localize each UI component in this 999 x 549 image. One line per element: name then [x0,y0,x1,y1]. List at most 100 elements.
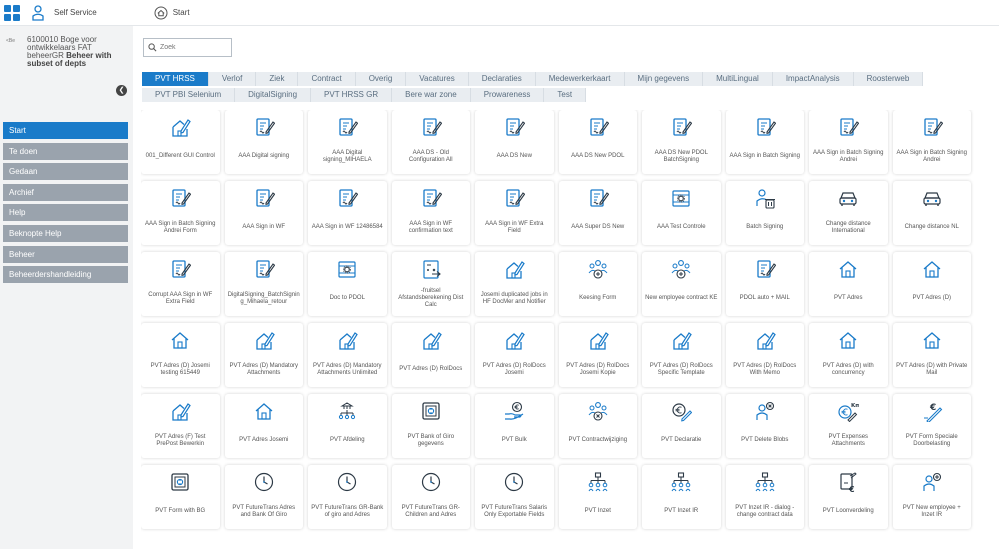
people-add-icon [586,257,610,281]
tab-test[interactable]: Test [544,88,587,102]
tile-label: PVT Afdeling [329,437,365,443]
app-tile[interactable]: PVT Adres (D) Mandatory Attachments Unli… [308,323,387,387]
app-tile[interactable]: AAA Test Controle [642,181,721,245]
app-tile[interactable]: PVT Adres [809,252,888,316]
apps-grid-icon[interactable] [4,4,20,21]
app-tile[interactable]: PVT FutureTrans GR-Children and Adres [391,465,470,529]
self-service-person-icon[interactable] [31,4,45,21]
clock-icon [502,470,526,494]
app-tile[interactable]: New employee contract KE [642,252,721,316]
app-tile[interactable]: PVT Adres (F) Test PrePost Bewerkin [141,394,220,458]
app-tile[interactable]: AAA Sign in WF [224,181,303,245]
app-tile[interactable]: PVT Delete Blobs [725,394,804,458]
app-tile[interactable]: -fruitsel Afstandsberekening Dist Calc [391,252,470,316]
app-tile[interactable]: PVT Afdeling [308,394,387,458]
tile-label: Josemi duplicated jobs in HF DocMer and … [480,291,548,305]
self-service-label[interactable]: Self Service [54,8,97,17]
app-tile[interactable]: AAA DS New [475,110,554,174]
app-tile[interactable]: AAA Sign in Batch Signing Andrei Form [141,181,220,245]
app-tile[interactable]: € PVT Form Speciale Doorbelasting [892,394,971,458]
app-tile[interactable]: PVT Adres (D) RolDocs Specific Template [642,323,721,387]
sidebar-item-start[interactable]: Start [3,122,128,139]
search-box[interactable] [143,38,232,57]
start-label[interactable]: Start [173,8,190,17]
app-tile[interactable]: Keesing Form [558,252,637,316]
app-tile[interactable]: Corrupt AAA Sign in WF Extra Field [141,252,220,316]
tab-verlof[interactable]: Verlof [208,72,257,86]
search-input[interactable] [160,44,230,51]
tab-bere-war-zone[interactable]: Bere war zone [392,88,471,102]
app-tile[interactable]: Doc to PDOL [308,252,387,316]
app-tile[interactable]: PVT Declaratie [642,394,721,458]
app-tile[interactable]: PVT Adres (D) RolDocs Josemi Kopie [558,323,637,387]
app-tile[interactable]: PVT Adres (D) RolDocs [391,323,470,387]
app-tile[interactable]: PVT Adres (D) RolDocs Josemi [475,323,554,387]
sidebar-item-beknopte-help[interactable]: Beknopte Help [3,224,128,242]
app-tile[interactable]: PVT Bulk [475,394,554,458]
app-tile[interactable]: AAA Sign in Batch Signing [725,110,804,174]
tab-mijn-gegevens[interactable]: Mijn gegevens [624,72,704,86]
app-tile[interactable]: Change distance International [809,181,888,245]
app-tile[interactable]: Change distance NL [892,181,971,245]
app-tile[interactable]: AAA Digital signing [224,110,303,174]
app-tile[interactable]: PVT New employee + Inzet IR [892,465,971,529]
tab-pvt-hrss[interactable]: PVT HRSS [142,72,209,86]
sidebar-item-gedaan[interactable]: Gedaan [3,163,128,181]
tab-declaraties[interactable]: Declaraties [468,72,536,86]
app-tile[interactable]: PVT Adres (D) with concurrency [809,323,888,387]
tab-overig[interactable]: Overig [355,72,407,86]
sidebar-item-archief[interactable]: Archief [3,183,128,201]
app-tile[interactable]: AAA Sign in Batch Signing Andrei [892,110,971,174]
tab-vacatures[interactable]: Vacatures [406,72,469,86]
start-home-icon[interactable] [154,6,168,20]
app-tile[interactable]: PVT Adres (D) Josemi testing 615449 [141,323,220,387]
app-tile[interactable]: PVT FutureTrans Adres and Bank Of Giro [224,465,303,529]
tab-ziek[interactable]: Ziek [256,72,299,86]
tab-multilingual[interactable]: MultiLingual [703,72,773,86]
sidebar-item-help[interactable]: Help [3,204,128,222]
app-tile[interactable]: AAA DS New PDOL [558,110,637,174]
tab-pvt-hrss-gr[interactable]: PVT HRSS GR [311,88,393,102]
app-tile[interactable]: PVT Adres (D) RolDocs With Memo [725,323,804,387]
tab-digitalsigning[interactable]: DigitalSigning [235,88,312,102]
tab-medewerkerkaart[interactable]: Medewerkerkaart [535,72,625,86]
tab-contract[interactable]: Contract [298,72,356,86]
app-tile[interactable]: AAA DS New PDOL BatchSigning [642,110,721,174]
app-tile[interactable]: PVT Adres (D) with Private Mail [892,323,971,387]
app-tile[interactable]: Km PVT Expenses Attachments [809,394,888,458]
app-tile[interactable]: Batch Signing [725,181,804,245]
sidebar-item-te-doen[interactable]: Te doen [3,142,128,160]
app-tile[interactable]: AAA Sign in WF Extra Field [475,181,554,245]
tab-roosterweb[interactable]: Roosterweb [853,72,924,86]
app-tile[interactable]: PVT Bank of Giro gegevens [391,394,470,458]
app-tile[interactable]: AAA Super DS New [558,181,637,245]
app-tile[interactable]: PVT Form with BG [141,465,220,529]
app-tile[interactable]: AAA Sign in Batch Signing Andrei [809,110,888,174]
app-tile[interactable]: PVT FutureTrans Salaris Only Exportable … [475,465,554,529]
app-tile[interactable]: PVT FutureTrans GR-Bank of giro and Adre… [308,465,387,529]
app-tile[interactable]: PVT Inzet [558,465,637,529]
sidebar-item-beheerdershandleiding[interactable]: Beheerdershandleiding [3,266,128,284]
app-tile[interactable]: AAA DS - Old Configuration All [391,110,470,174]
app-tile[interactable]: AAA Sign in WF confirmation text [391,181,470,245]
collapse-sidebar-button[interactable]: ❮ [116,85,127,96]
app-tile[interactable]: AAA Sign in WF 12486584 [308,181,387,245]
tab-prowareness[interactable]: Prowareness [470,88,545,102]
app-tile[interactable]: PVT Adres Josemi [224,394,303,458]
app-tile[interactable]: PVT Adres (D) [892,252,971,316]
app-tile[interactable]: PVT Inzet IR [642,465,721,529]
tab-impactanalysis[interactable]: ImpactAnalysis [772,72,854,86]
app-tile[interactable]: PVT Inzet IR - dialog - change contract … [725,465,804,529]
app-tile[interactable]: DigitalSigning_BatchSigning_Mihaela_reto… [224,252,303,316]
app-tile[interactable]: AAA Digital signing_MIHAELA [308,110,387,174]
sidebar-item-beheer[interactable]: Beheer [3,245,128,263]
app-tile[interactable]: € PVT Loonverdeling [809,465,888,529]
app-tile[interactable]: Josemi duplicated jobs in HF DocMer and … [475,252,554,316]
app-tile[interactable]: PVT Adres (D) Mandatory Attachments [224,323,303,387]
car-icon [836,186,860,210]
app-tile[interactable]: PDOL auto + MAIL [725,252,804,316]
tab-pvt-pbi-selenium[interactable]: PVT PBI Selenium [142,88,236,102]
app-tile[interactable]: PVT Contractwijziging [558,394,637,458]
doc-sign-icon [836,115,860,139]
app-tile[interactable]: 001_Different GUI Control [141,110,220,174]
